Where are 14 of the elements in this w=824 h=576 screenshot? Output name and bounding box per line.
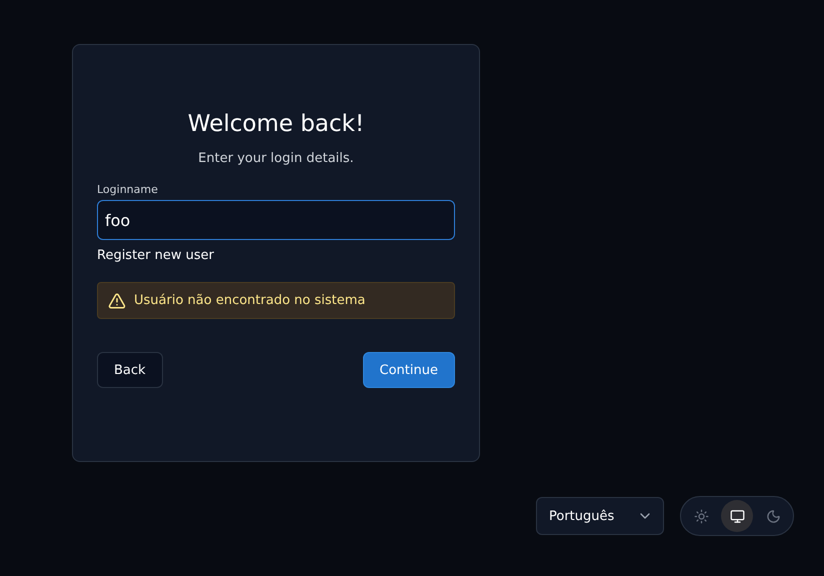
card-title: Welcome back! <box>186 111 366 137</box>
theme-button[interactable] <box>721 500 753 532</box>
card-subtitle: Enter your login details. <box>197 151 355 166</box>
field-label: Loginname <box>97 183 159 196</box>
alert-text: Usuário não encontrado no sistema <box>134 293 366 308</box>
back-button[interactable]: Back <box>97 352 163 388</box>
register-link[interactable]: Register new user <box>97 248 214 263</box>
continue-button[interactable]: Continue <box>362 352 455 388</box>
language-select[interactable]: Português <box>536 497 664 535</box>
sun-icon <box>694 508 708 524</box>
moon-icon <box>766 508 780 524</box>
monitor-icon <box>730 508 744 524</box>
warning-icon <box>108 292 126 310</box>
loginname-field[interactable]: foo <box>97 200 455 240</box>
